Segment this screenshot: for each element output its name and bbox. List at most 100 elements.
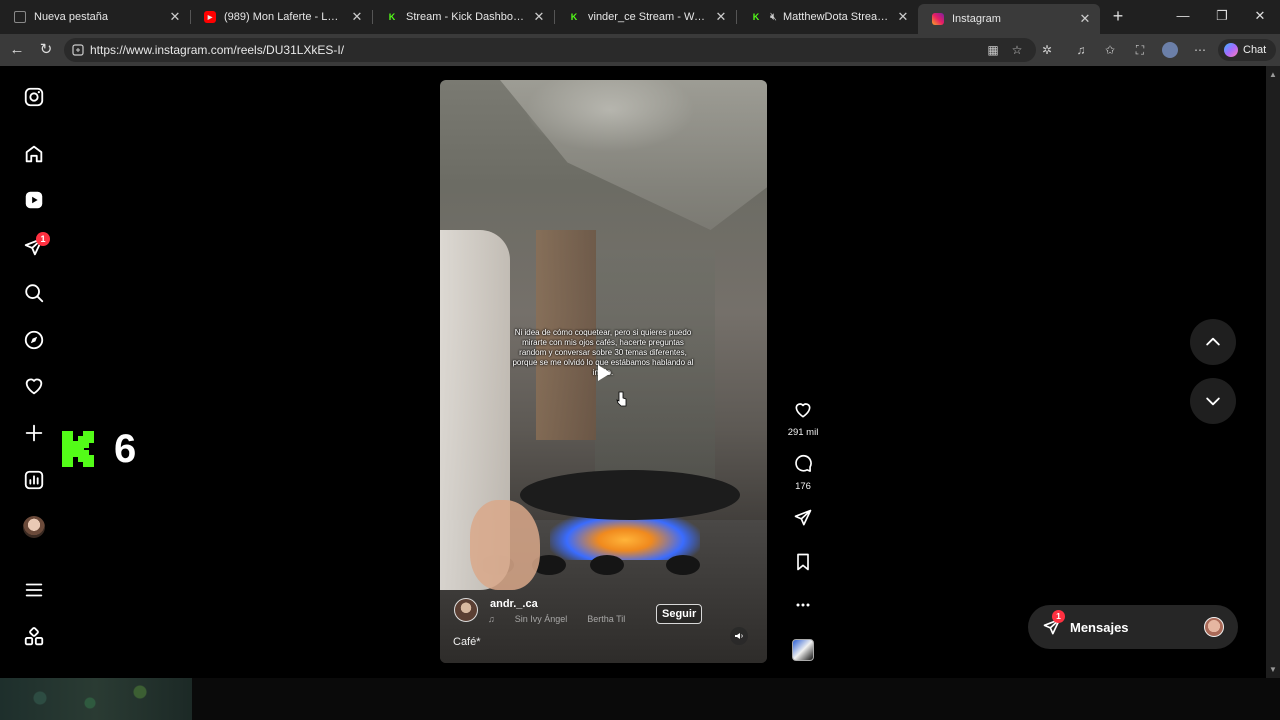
- next-reel-button[interactable]: [1190, 378, 1236, 424]
- browser-tab[interactable]: Nueva pestaña ✕: [0, 4, 190, 30]
- browser-tab[interactable]: K 🔇︎ MatthewDota Stream - W ✕: [736, 4, 918, 30]
- mute-button[interactable]: [730, 627, 748, 645]
- music-note-icon: ♫: [488, 614, 495, 624]
- dashboard-icon[interactable]: [22, 468, 46, 492]
- minimize-button[interactable]: —: [1173, 6, 1193, 26]
- messages-label: Mensajes: [1070, 619, 1129, 635]
- profile-avatar[interactable]: [23, 516, 45, 538]
- more-dots-icon[interactable]: [793, 595, 813, 615]
- heart-icon[interactable]: [22, 374, 46, 398]
- messages-button[interactable]: 1 Mensajes: [1028, 605, 1238, 649]
- chevron-up-icon: [1206, 337, 1220, 346]
- mouse-cursor-icon: [616, 391, 627, 407]
- kick-icon: K: [570, 12, 578, 22]
- instagram-logo-icon[interactable]: [22, 85, 46, 109]
- scroll-up-arrow-icon[interactable]: ▲: [1269, 70, 1277, 79]
- close-icon[interactable]: ✕: [350, 9, 364, 25]
- address-toolbar: ← ↻ https://www.instagram.com/reels/DU31…: [0, 34, 1280, 66]
- close-icon[interactable]: ✕: [532, 9, 546, 25]
- kick-viewer-overlay: 6: [60, 420, 150, 478]
- likes-count[interactable]: 291 mil: [780, 427, 826, 438]
- follow-button[interactable]: Seguir: [656, 604, 703, 624]
- comment-icon[interactable]: [793, 454, 813, 474]
- favorites-icon[interactable]: ✩: [1102, 42, 1118, 58]
- reload-button[interactable]: ↻: [36, 40, 56, 60]
- tab-title: Stream - Kick Dashboard: [406, 11, 526, 23]
- like-heart-icon[interactable]: [793, 400, 813, 420]
- previous-reel-button[interactable]: [1190, 319, 1236, 365]
- hamburger-menu-icon[interactable]: [22, 578, 46, 602]
- bottom-strip: [0, 678, 1280, 720]
- search-icon[interactable]: [22, 281, 46, 305]
- browser-tab[interactable]: K Stream - Kick Dashboard ✕: [372, 4, 554, 30]
- profile-avatar[interactable]: [1162, 42, 1178, 58]
- browser-tab[interactable]: ▶ (989) Mon Laferte - La Nave d ✕: [190, 4, 372, 30]
- more-menu-icon[interactable]: ⋯: [1192, 42, 1208, 58]
- favorite-star-icon[interactable]: ☆: [1009, 42, 1025, 58]
- extensions-icon[interactable]: ✲: [1039, 42, 1055, 58]
- audio-label: Bertha Til: [587, 614, 626, 624]
- scroll-down-arrow-icon[interactable]: ▼: [1269, 665, 1277, 674]
- site-info-icon[interactable]: [72, 44, 84, 56]
- home-icon[interactable]: [22, 142, 46, 166]
- close-window-button[interactable]: ✕: [1250, 6, 1270, 26]
- original-audio-thumbnail[interactable]: [792, 639, 814, 661]
- copilot-chat-button[interactable]: Chat: [1218, 39, 1276, 61]
- explore-icon[interactable]: [22, 328, 46, 352]
- comment-action: 176: [780, 454, 826, 492]
- kick-count: 6: [114, 426, 137, 471]
- blank-page-icon: [14, 11, 26, 23]
- speaker-icon: [735, 633, 743, 639]
- messages-badge: 1: [1052, 610, 1065, 623]
- tab-title: vinder_ce Stream - Watch Live: [588, 11, 708, 23]
- app-available-icon[interactable]: ▦: [985, 42, 1001, 58]
- reels-icon[interactable]: [22, 188, 46, 212]
- close-icon[interactable]: ✕: [896, 9, 910, 25]
- reel-description[interactable]: Café*: [453, 636, 481, 648]
- address-bar[interactable]: https://www.instagram.com/reels/DU31LXkE…: [64, 38, 1036, 62]
- share-send-icon[interactable]: [793, 508, 813, 528]
- reel-audio[interactable]: ♫ Sin Ivy Ángel Bertha Til: [488, 614, 645, 624]
- save-action: [780, 552, 826, 577]
- tab-title: (989) Mon Laferte - La Nave d: [224, 11, 344, 23]
- browser-tab-active[interactable]: Instagram ✕: [918, 4, 1100, 34]
- tab-title: Nueva pestaña: [34, 11, 108, 23]
- youtube-icon: ▶: [204, 11, 216, 23]
- muted-speaker-icon[interactable]: 🔇︎: [770, 11, 777, 24]
- browser-tab[interactable]: K vinder_ce Stream - Watch Live ✕: [554, 4, 736, 30]
- author-avatar[interactable]: [454, 598, 478, 622]
- page-scrollbar[interactable]: ▲ ▼: [1266, 66, 1280, 678]
- new-tab-button[interactable]: +: [1108, 6, 1128, 26]
- restore-button[interactable]: ❐: [1212, 6, 1232, 26]
- chevron-down-icon: [1206, 397, 1220, 406]
- also-from-meta-icon[interactable]: [22, 625, 46, 649]
- share-action: [780, 508, 826, 533]
- back-button[interactable]: ←: [7, 40, 27, 60]
- close-icon[interactable]: ✕: [1078, 11, 1092, 27]
- like-action: 291 mil: [780, 400, 826, 438]
- close-icon[interactable]: ✕: [168, 9, 182, 25]
- tab-title: MatthewDota Stream - W: [782, 11, 890, 23]
- chat-label: Chat: [1243, 44, 1267, 56]
- kick-icon: K: [752, 12, 760, 22]
- close-icon[interactable]: ✕: [714, 9, 728, 25]
- reel-video[interactable]: Ni idea de cómo coquetear, pero si quier…: [440, 80, 767, 663]
- author-username[interactable]: andr._.ca: [490, 598, 538, 610]
- game-thumbnail: [0, 678, 192, 720]
- instagram-icon: [932, 13, 944, 25]
- media-icon[interactable]: ♫: [1073, 42, 1089, 58]
- browser-tab-bar: Nueva pestaña ✕ ▶ (989) Mon Laferte - La…: [0, 0, 1280, 34]
- kick-logo-icon: [62, 431, 94, 467]
- sidebar: 1: [4, 66, 64, 678]
- bookmark-icon[interactable]: [793, 552, 813, 572]
- play-icon[interactable]: [590, 360, 616, 386]
- screenshot-icon[interactable]: ⛶: [1132, 42, 1148, 58]
- notification-badge: 1: [36, 232, 50, 246]
- create-plus-icon[interactable]: [22, 421, 46, 445]
- contact-avatar: [1204, 617, 1224, 637]
- comments-count[interactable]: 176: [780, 481, 826, 492]
- more-action: [780, 595, 826, 620]
- copilot-icon: [1224, 43, 1238, 57]
- tab-title: Instagram: [952, 13, 1001, 25]
- messages-icon: 1: [1042, 610, 1065, 637]
